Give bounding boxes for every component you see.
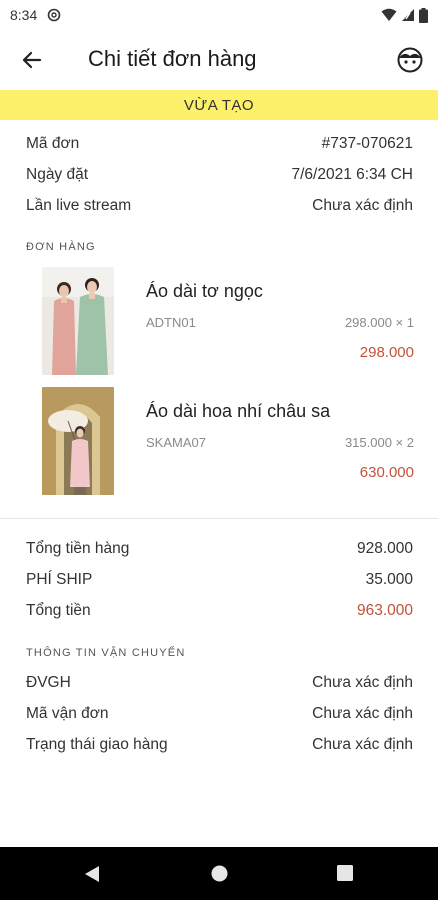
battery-icon bbox=[419, 7, 428, 23]
delivery-status-value: Chưa xác định bbox=[312, 736, 413, 753]
app-bar: Chi tiết đơn hàng bbox=[0, 30, 438, 90]
grand-total-label: Tổng tiền bbox=[26, 602, 91, 619]
grand-total-value: 963.000 bbox=[356, 602, 413, 619]
order-date-label: Ngày đặt bbox=[26, 166, 89, 183]
grand-total-row: Tổng tiền 963.000 bbox=[26, 600, 413, 622]
order-status-label: VỪA TẠO bbox=[183, 96, 255, 114]
shipping-section-label: THÔNG TIN VẬN CHUYỂN bbox=[26, 647, 186, 659]
status-time: 8:34 bbox=[10, 7, 38, 23]
nav-recents-icon[interactable] bbox=[337, 865, 353, 881]
product-item[interactable]: Áo dài tơ ngọc ADTN01 298.000 × 1 298.00… bbox=[42, 267, 414, 375]
order-code-label: Mã đơn bbox=[26, 135, 80, 152]
product-name: Áo dài hoa nhí châu sa bbox=[146, 401, 331, 421]
livestream-value: Chưa xác định bbox=[312, 197, 413, 214]
cellular-signal-icon bbox=[402, 9, 414, 21]
order-code-row: Mã đơn #737-070621 bbox=[26, 133, 413, 155]
nav-back-icon[interactable] bbox=[84, 865, 100, 883]
product-line-total: 630.000 bbox=[359, 464, 414, 481]
delivery-status-row: Trạng thái giao hàng Chưa xác định bbox=[26, 734, 413, 756]
at-sign-icon bbox=[47, 8, 61, 22]
order-date-row: Ngày đặt 7/6/2021 6:34 CH bbox=[26, 164, 413, 186]
product-unit-price: 315.000 × 2 bbox=[344, 435, 414, 450]
tracking-code-label: Mã vận đơn bbox=[26, 705, 109, 722]
product-sku: ADTN01 bbox=[146, 315, 196, 330]
wifi-icon bbox=[381, 8, 397, 21]
product-line-total: 298.000 bbox=[359, 344, 414, 361]
product-name: Áo dài tơ ngọc bbox=[146, 281, 263, 301]
subtotal-row: Tổng tiền hàng 928.000 bbox=[26, 538, 413, 560]
product-image bbox=[42, 267, 114, 375]
livestream-label: Lần live stream bbox=[26, 197, 132, 214]
order-code-value: #737-070621 bbox=[321, 135, 413, 152]
tracking-code-value: Chưa xác định bbox=[312, 705, 413, 722]
tracking-code-row: Mã vận đơn Chưa xác định bbox=[26, 703, 413, 725]
product-item[interactable]: Áo dài hoa nhí châu sa SKAMA07 315.000 ×… bbox=[42, 387, 414, 495]
delivery-status-label: Trạng thái giao hàng bbox=[26, 736, 168, 753]
product-unit-price: 298.000 × 1 bbox=[344, 315, 414, 330]
face-avatar-icon[interactable] bbox=[396, 46, 424, 74]
nav-home-icon[interactable] bbox=[211, 865, 228, 882]
shipping-fee-label: PHÍ SHIP bbox=[26, 571, 93, 588]
product-sku: SKAMA07 bbox=[146, 435, 206, 450]
page-title: Chi tiết đơn hàng bbox=[88, 46, 257, 71]
carrier-label: ĐVGH bbox=[26, 674, 71, 691]
subtotal-label: Tổng tiền hàng bbox=[26, 540, 130, 557]
carrier-value: Chưa xác định bbox=[312, 674, 413, 691]
status-bar: 8:34 bbox=[0, 0, 438, 30]
order-status-banner: VỪA TẠO bbox=[0, 90, 438, 120]
subtotal-value: 928.000 bbox=[356, 540, 413, 557]
back-arrow-icon[interactable] bbox=[18, 46, 46, 74]
products-section-label: ĐƠN HÀNG bbox=[26, 241, 96, 253]
product-image bbox=[42, 387, 114, 495]
carrier-row: ĐVGH Chưa xác định bbox=[26, 672, 413, 694]
status-icons bbox=[381, 7, 428, 23]
divider bbox=[0, 518, 438, 519]
order-date-value: 7/6/2021 6:34 CH bbox=[291, 166, 413, 183]
livestream-row: Lần live stream Chưa xác định bbox=[26, 195, 413, 217]
system-nav-bar bbox=[0, 847, 438, 900]
shipping-fee-row: PHÍ SHIP 35.000 bbox=[26, 569, 413, 591]
shipping-fee-value: 35.000 bbox=[365, 571, 413, 588]
